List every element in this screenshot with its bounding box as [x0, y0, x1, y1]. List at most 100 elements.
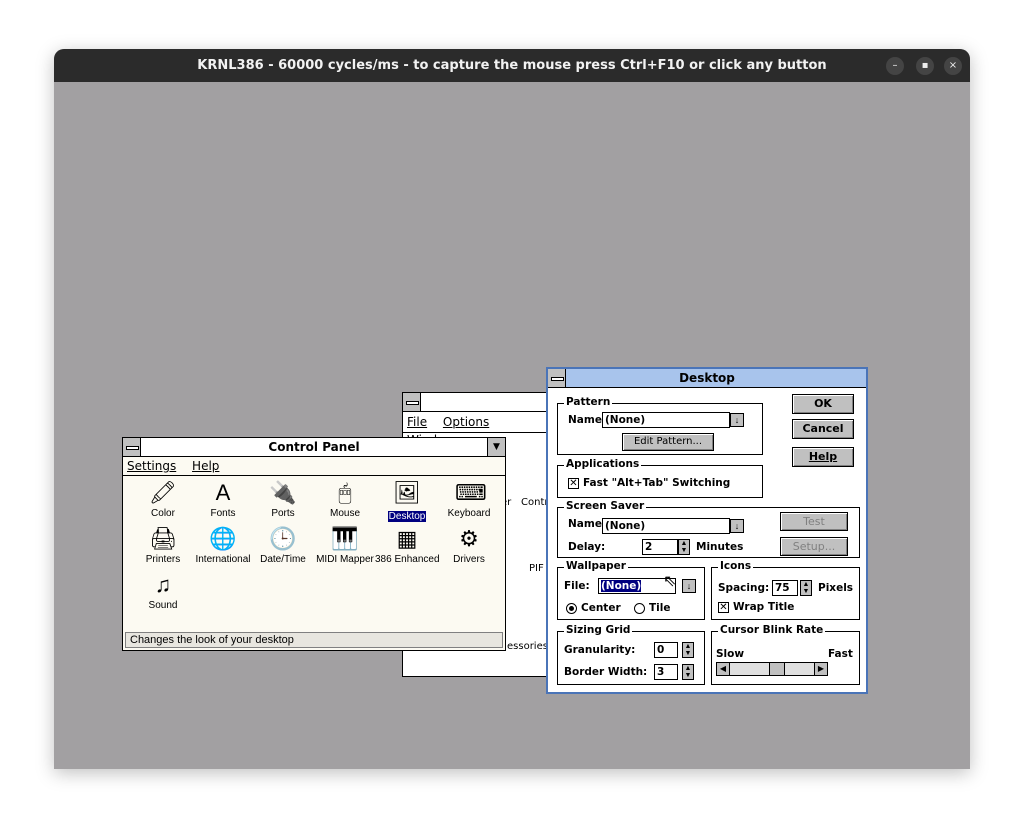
drivers-icon: ⚙: [459, 526, 479, 551]
control-panel-item[interactable]: 🖨 Printers: [131, 526, 195, 572]
partial-label: PIF: [529, 563, 544, 574]
printers-icon: 🖨: [149, 526, 177, 551]
wallpaper-file-label: File:: [564, 580, 590, 592]
control-panel-item[interactable]: ♫ Sound: [131, 572, 195, 618]
edit-pattern-button[interactable]: Edit Pattern...: [622, 433, 714, 451]
ports-icon: 🔌: [269, 480, 297, 505]
status-bar: Changes the look of your desktop: [125, 632, 503, 648]
control-panel-item[interactable]: ⚙ Drivers: [437, 526, 501, 572]
control-panel-item[interactable]: ▦ 386 Enhanced: [375, 526, 440, 572]
keyboard-icon: ⌨: [455, 480, 487, 505]
menu-options[interactable]: Options: [443, 415, 489, 429]
control-panel-item-label: Color: [151, 508, 175, 519]
tile-radio[interactable]: [634, 603, 645, 614]
help-button[interactable]: Help: [792, 447, 854, 467]
dropdown-arrow-icon[interactable]: ↓: [682, 579, 696, 593]
delay-label: Delay:: [568, 541, 606, 553]
menu-divider: [403, 432, 551, 433]
border-width-spinner-icon[interactable]: ▲ ▼: [682, 664, 694, 680]
control-panel-item[interactable]: 🖍 Color: [131, 480, 195, 526]
fast-switch-checkbox[interactable]: ✕: [568, 478, 579, 489]
control-panel-item[interactable]: 🖱 Mouse: [313, 480, 377, 526]
scroll-right-icon[interactable]: ▶: [814, 663, 827, 675]
sizing-grid-group-title: Sizing Grid: [564, 624, 633, 636]
screen-saver-group: Screen Saver Name: (None) ↓ Delay: 2 ▲ ▼ …: [557, 500, 860, 558]
desktop-dialog[interactable]: Desktop OK Cancel Help Pattern Name: (No…: [546, 367, 868, 694]
scroll-left-icon[interactable]: ◀: [717, 663, 730, 675]
applications-group: Applications ✕ Fast "Alt+Tab" Switching: [557, 458, 763, 498]
control-panel-item[interactable]: 🖼 Desktop: [375, 480, 439, 526]
host-titlebar[interactable]: KRNL386 - 60000 cycles/ms - to capture t…: [54, 49, 970, 82]
system-menu-icon[interactable]: [403, 393, 421, 411]
control-panel-item-label: International: [195, 554, 251, 565]
minimize-icon[interactable]: –: [886, 57, 904, 75]
granularity-spinner-icon[interactable]: ▲ ▼: [682, 642, 694, 658]
control-panel-item-label: Date/Time: [260, 554, 306, 565]
control-panel-item-label: MIDI Mapper: [316, 554, 374, 565]
program-manager-titlebar[interactable]: [403, 393, 551, 412]
partial-label: essories: [507, 641, 548, 652]
menu-settings[interactable]: Settings: [127, 459, 176, 473]
wallpaper-group: Wallpaper File: (None) ↓ Center Tile: [557, 560, 705, 620]
control-panel-item[interactable]: 🕒 Date/Time: [251, 526, 315, 572]
control-panel-window[interactable]: Control Panel ▼ Settings Help 🖍 Color A Fon…: [122, 437, 506, 651]
minimize-arrow-icon[interactable]: ▼: [487, 438, 505, 456]
wrap-title-checkbox[interactable]: ✕: [718, 602, 729, 613]
control-panel-item[interactable]: A Fonts: [191, 480, 255, 526]
control-panel-item-label: Keyboard: [447, 508, 491, 519]
control-panel-titlebar[interactable]: Control Panel ▼: [123, 438, 505, 457]
dropdown-arrow-icon[interactable]: ↓: [730, 413, 744, 427]
setup-button[interactable]: Setup...: [780, 537, 848, 556]
program-manager-menubar: File Options Window: [407, 413, 551, 447]
host-emulator-window: KRNL386 - 60000 cycles/ms - to capture t…: [54, 49, 970, 769]
granularity-input[interactable]: 0: [654, 642, 678, 658]
sound-icon: ♫: [154, 572, 172, 597]
control-panel-item[interactable]: 🌐 International: [191, 526, 255, 572]
midi-icon: 🎹: [331, 526, 359, 551]
pattern-name-select[interactable]: (None): [602, 412, 730, 428]
control-panel-item-label: Ports: [271, 508, 295, 519]
mouse-icon: 🖱: [338, 480, 352, 505]
maximize-icon[interactable]: ▪: [916, 57, 934, 75]
control-panel-item-label: Drivers: [453, 554, 485, 565]
dropdown-arrow-icon[interactable]: ↓: [730, 519, 744, 533]
desktop-dialog-title: Desktop: [679, 371, 735, 385]
slider-thumb[interactable]: [769, 663, 785, 675]
delay-input[interactable]: 2: [642, 539, 678, 555]
color-icon: 🖍: [149, 480, 177, 505]
menu-file[interactable]: File: [407, 415, 427, 429]
center-label: Center: [581, 602, 621, 614]
system-menu-icon[interactable]: [548, 369, 566, 387]
menu-divider: [123, 475, 505, 476]
border-width-input[interactable]: 3: [654, 664, 678, 680]
menu-help[interactable]: Help: [192, 459, 219, 473]
test-button[interactable]: Test: [780, 512, 848, 531]
screensaver-name-select[interactable]: (None): [602, 518, 730, 534]
system-menu-icon[interactable]: [123, 438, 141, 456]
fonts-icon: A: [215, 480, 231, 505]
desktop-dialog-titlebar[interactable]: Desktop: [548, 369, 866, 388]
screensaver-name-label: Name:: [568, 518, 607, 530]
delay-spinner-icon[interactable]: ▲ ▼: [678, 539, 690, 555]
blink-rate-slider[interactable]: ◀ ▶: [716, 662, 828, 676]
control-panel-item-label: Mouse: [329, 508, 360, 519]
fast-label: Fast: [828, 648, 853, 660]
tile-label: Tile: [649, 602, 671, 614]
cancel-button[interactable]: Cancel: [792, 419, 854, 439]
center-radio[interactable]: [566, 603, 577, 614]
spacing-spinner-icon[interactable]: ▲ ▼: [800, 580, 812, 596]
pixels-label: Pixels: [818, 582, 854, 594]
close-icon[interactable]: ×: [944, 57, 962, 75]
spacing-input[interactable]: 75: [772, 580, 798, 596]
desktop-icon: 🖼: [393, 480, 421, 505]
control-panel-title: Control Panel: [268, 440, 360, 454]
control-panel-item[interactable]: 🎹 MIDI Mapper: [313, 526, 377, 572]
ok-button[interactable]: OK: [792, 394, 854, 414]
control-panel-item[interactable]: ⌨ Keyboard: [437, 480, 501, 526]
clock-icon: 🕒: [269, 526, 297, 551]
cursor-blink-group: Cursor Blink Rate Slow Fast ◀ ▶: [711, 624, 860, 685]
fast-switch-label: Fast "Alt+Tab" Switching: [583, 477, 731, 489]
host-title: KRNL386 - 60000 cycles/ms - to capture t…: [197, 58, 827, 73]
control-panel-item[interactable]: 🔌 Ports: [251, 480, 315, 526]
cursor-blink-group-title: Cursor Blink Rate: [718, 624, 826, 636]
